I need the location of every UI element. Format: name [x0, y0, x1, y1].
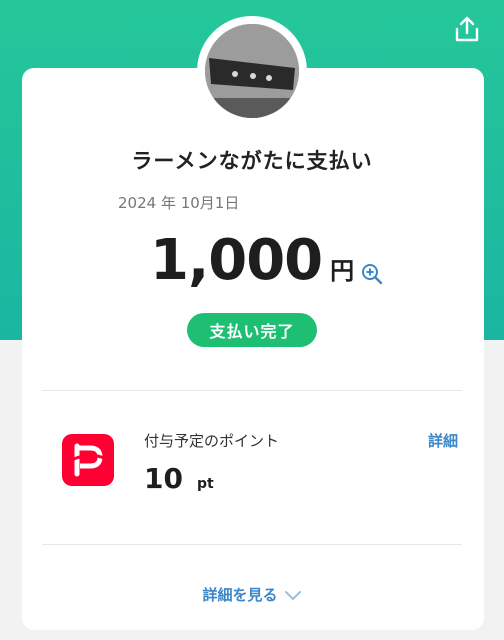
- status-badge: 支払い完了: [187, 313, 317, 347]
- merchant-photo: [205, 24, 299, 118]
- see-details-label: 詳細を見る: [202, 586, 278, 604]
- points-details-link[interactable]: 詳細: [428, 430, 458, 451]
- currency-label: 円: [330, 257, 355, 285]
- merchant-avatar: [205, 24, 299, 118]
- payment-date: 2024 年 10月1日: [118, 194, 240, 212]
- points-label: 付与予定のポイント: [144, 432, 280, 450]
- payment-amount: 1,000: [150, 228, 323, 293]
- see-details-button[interactable]: 詳細を見る: [0, 584, 504, 605]
- share-icon: [455, 16, 479, 42]
- paypay-logo: [62, 434, 114, 486]
- points-unit: pt: [196, 476, 214, 492]
- paypay-logo-icon: [71, 443, 105, 477]
- points-value-row: 10 pt: [144, 462, 214, 495]
- zoom-in-icon: [362, 264, 383, 285]
- divider-bottom: [42, 544, 462, 545]
- share-button[interactable]: [452, 14, 482, 44]
- chevron-down-icon: [284, 589, 302, 601]
- zoom-button[interactable]: [360, 262, 384, 286]
- points-value: 10: [144, 462, 183, 495]
- merchant-name: ラーメンながたに支払い: [131, 149, 373, 173]
- amount-row: 1,000 円: [150, 228, 354, 298]
- divider-top: [42, 390, 462, 391]
